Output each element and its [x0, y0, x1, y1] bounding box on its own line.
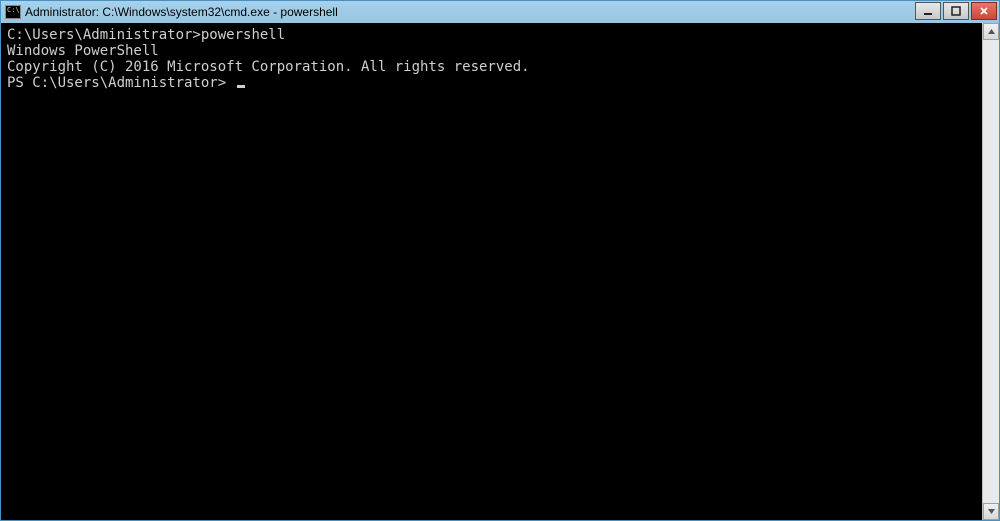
cursor [237, 85, 245, 88]
scroll-up-button[interactable] [983, 23, 999, 40]
ps-prompt: PS C:\Users\Administrator> [7, 75, 235, 91]
cmd-command: powershell [201, 27, 285, 43]
vertical-scrollbar[interactable] [982, 23, 999, 520]
minimize-button[interactable] [915, 2, 941, 20]
chevron-down-icon [987, 507, 996, 516]
terminal-line: Copyright (C) 2016 Microsoft Corporation… [7, 59, 976, 75]
cmd-icon [5, 5, 21, 19]
terminal-line: C:\Users\Administrator>powershell [7, 27, 976, 43]
scroll-track[interactable] [983, 40, 999, 503]
terminal-area[interactable]: C:\Users\Administrator>powershellWindows… [1, 23, 982, 520]
maximize-button[interactable] [943, 2, 969, 20]
maximize-icon [951, 6, 961, 16]
window-title: Administrator: C:\Windows\system32\cmd.e… [25, 5, 915, 19]
cmd-window: Administrator: C:\Windows\system32\cmd.e… [0, 0, 1000, 521]
cmd-prompt: C:\Users\Administrator> [7, 27, 201, 43]
chevron-up-icon [987, 27, 996, 36]
content-row: C:\Users\Administrator>powershellWindows… [1, 23, 999, 520]
terminal-line: Windows PowerShell [7, 43, 976, 59]
titlebar[interactable]: Administrator: C:\Windows\system32\cmd.e… [1, 1, 999, 23]
close-button[interactable] [971, 2, 997, 20]
ps-prompt-line: PS C:\Users\Administrator> [7, 75, 976, 91]
scroll-down-button[interactable] [983, 503, 999, 520]
minimize-icon [923, 6, 933, 16]
close-icon [979, 6, 989, 16]
titlebar-buttons [915, 1, 999, 23]
